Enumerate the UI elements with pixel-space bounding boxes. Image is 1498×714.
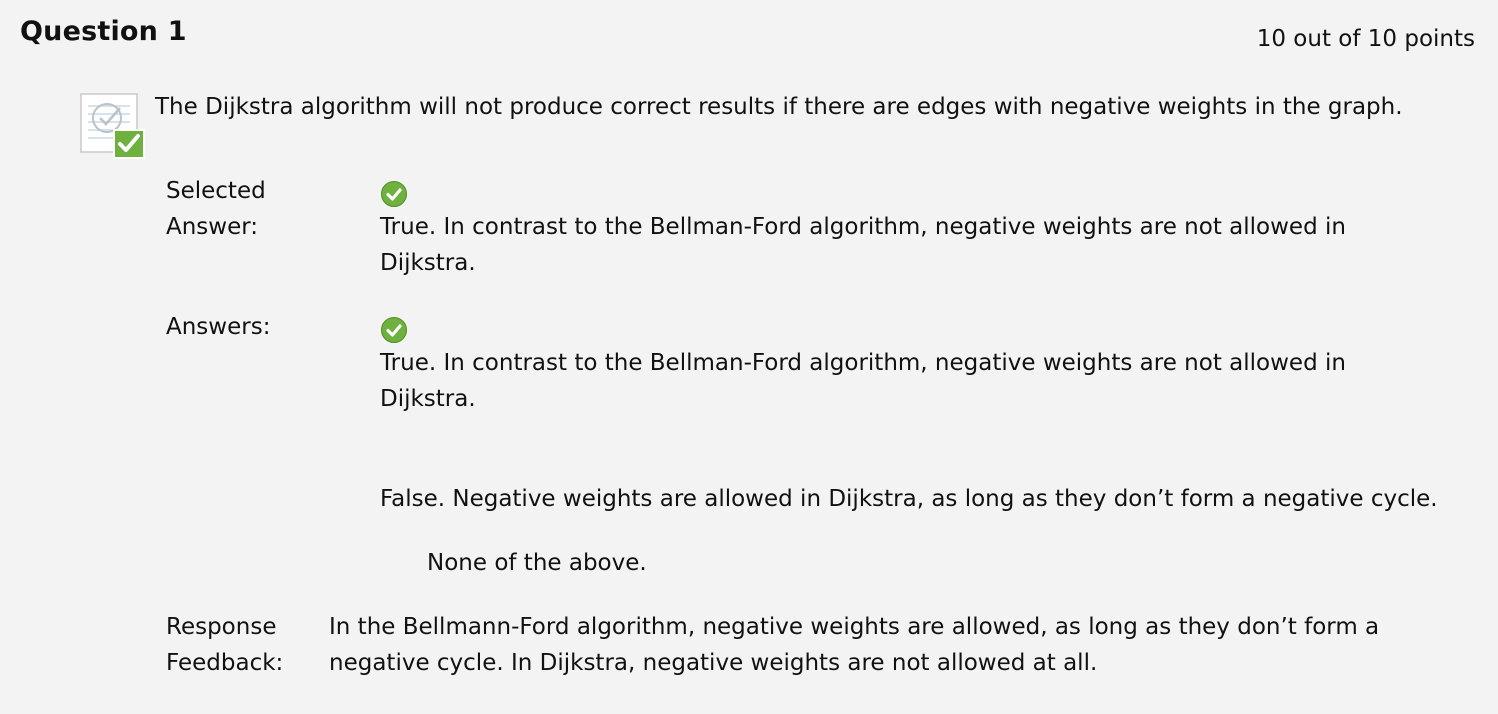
- response-feedback-label-line1: Response: [166, 614, 277, 640]
- selected-answer-label: Selected Answer:: [166, 173, 266, 245]
- question-title: Question 1: [20, 16, 187, 47]
- response-feedback-label: Response Feedback:: [166, 609, 283, 681]
- answer-option-1: True. In contrast to the Bellman-Ford al…: [380, 350, 1346, 412]
- selected-answer-label-line1: Selected: [166, 178, 266, 204]
- response-feedback-text: In the Bellmann-Ford algorithm, negative…: [329, 614, 1380, 676]
- answer-option-2: False. Negative weights are allowed in D…: [380, 486, 1438, 512]
- selected-answer-label-line2: Answer:: [166, 214, 259, 240]
- answer-option-3: None of the above.: [427, 550, 647, 576]
- answers-label: Answers:: [166, 314, 271, 340]
- graded-correct-question-icon: [80, 93, 145, 159]
- correct-answer-check-icon: [381, 317, 407, 343]
- response-feedback-label-line2: Feedback:: [166, 650, 284, 676]
- correct-check-icon: [381, 181, 407, 207]
- question-text: The Dijkstra algorithm will not produce …: [155, 94, 1403, 120]
- question-points: 10 out of 10 points: [1256, 26, 1475, 52]
- selected-answer-text: True. In contrast to the Bellman-Ford al…: [380, 214, 1346, 276]
